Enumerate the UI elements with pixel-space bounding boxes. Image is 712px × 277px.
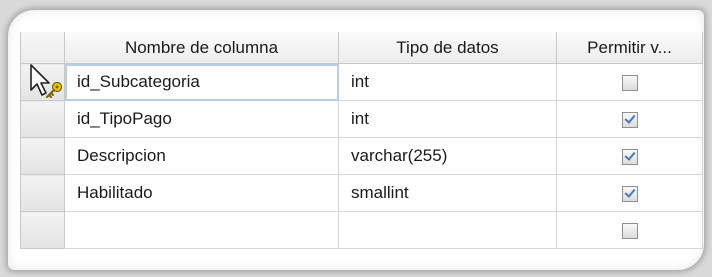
column-definition-grid: Nombre de columna Tipo de datos Permitir… bbox=[20, 32, 703, 249]
allow-nulls-checkbox[interactable] bbox=[621, 222, 638, 239]
column-header-name[interactable]: Nombre de columna bbox=[64, 32, 339, 64]
allow-nulls-cell bbox=[556, 100, 703, 138]
row-selector[interactable] bbox=[20, 174, 65, 212]
allow-nulls-checkbox[interactable] bbox=[621, 111, 638, 128]
allow-nulls-cell bbox=[556, 174, 703, 212]
allow-nulls-cell bbox=[556, 63, 703, 101]
data-type-cell[interactable] bbox=[338, 211, 557, 249]
primary-key-icon bbox=[46, 81, 63, 98]
allow-nulls-checkbox[interactable] bbox=[621, 74, 638, 91]
table-row bbox=[20, 211, 703, 249]
header-row: Nombre de columna Tipo de datos Permitir… bbox=[20, 32, 703, 64]
column-header-type[interactable]: Tipo de datos bbox=[338, 32, 557, 64]
column-name-cell[interactable]: id_Subcategoria bbox=[64, 63, 339, 101]
table-designer-panel: Nombre de columna Tipo de datos Permitir… bbox=[8, 10, 704, 270]
data-type-cell[interactable]: int bbox=[338, 100, 557, 138]
table-row: Habilitado smallint bbox=[20, 174, 703, 212]
table-row: Descripcion varchar(255) bbox=[20, 137, 703, 175]
row-selector[interactable] bbox=[20, 211, 65, 249]
column-name-cell[interactable]: Habilitado bbox=[64, 174, 339, 212]
current-row-pointer-icon bbox=[30, 64, 63, 98]
row-selector[interactable] bbox=[20, 100, 65, 138]
row-selector[interactable] bbox=[20, 137, 65, 175]
row-selector-header[interactable] bbox=[20, 32, 65, 64]
table-row: id_TipoPago int bbox=[20, 100, 703, 138]
allow-nulls-checkbox[interactable] bbox=[621, 148, 638, 165]
column-header-allow-nulls[interactable]: Permitir v... bbox=[556, 32, 703, 64]
table-row: id_Subcategoria int bbox=[20, 63, 703, 101]
data-type-cell[interactable]: varchar(255) bbox=[338, 137, 557, 175]
column-name-cell[interactable] bbox=[64, 211, 339, 249]
allow-nulls-cell bbox=[556, 211, 703, 249]
data-type-cell[interactable]: int bbox=[338, 63, 557, 101]
column-name-cell[interactable]: id_TipoPago bbox=[64, 100, 339, 138]
column-name-cell[interactable]: Descripcion bbox=[64, 137, 339, 175]
data-type-cell[interactable]: smallint bbox=[338, 174, 557, 212]
allow-nulls-cell bbox=[556, 137, 703, 175]
allow-nulls-checkbox[interactable] bbox=[621, 185, 638, 202]
